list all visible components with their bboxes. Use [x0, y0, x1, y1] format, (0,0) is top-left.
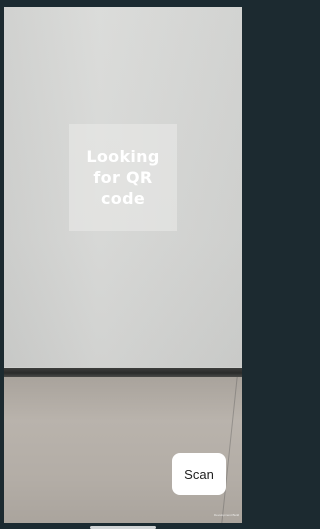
- qr-scan-frame: Looking for QR code: [69, 124, 177, 231]
- app-screen: Looking for QR code Scan Development Bui…: [0, 0, 249, 529]
- camera-floor: [4, 377, 242, 523]
- camera-preview: Looking for QR code Scan Development Bui…: [4, 7, 242, 523]
- scan-button[interactable]: Scan: [172, 453, 226, 495]
- camera-ledge: [4, 368, 242, 377]
- development-build-label: Development Build: [214, 513, 240, 517]
- status-bar: [0, 0, 249, 7]
- qr-status-message: Looking for QR code: [86, 147, 160, 208]
